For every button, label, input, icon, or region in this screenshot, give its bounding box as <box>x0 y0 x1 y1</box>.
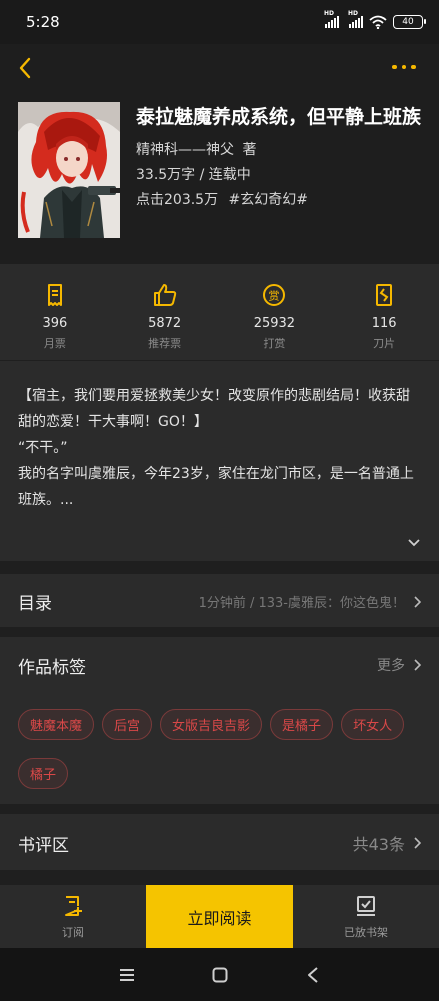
reviews-title: 书评区 <box>18 836 69 856</box>
stat-label: 月票 <box>43 337 66 350</box>
reviews-count: 共43条 <box>352 835 405 854</box>
status-icons: HD HD 40 <box>324 10 426 29</box>
stat-label: 刀片 <box>373 337 396 350</box>
blade-icon <box>376 284 393 306</box>
book-title: 泰拉魅魔养成系统，但平静上班族 <box>136 106 422 128</box>
subscribe-label: 订阅 <box>62 925 84 939</box>
tag-chip[interactable]: 魅魔本魔 <box>18 709 95 740</box>
latest-chapter-link[interactable]: 1分钟前 / 133-虞雅辰：你这色鬼！ <box>199 592 421 611</box>
tags-title: 作品标签 <box>18 658 86 678</box>
chevron-right-icon <box>414 595 421 608</box>
battery-icon: 40 <box>393 15 426 29</box>
clicks-genre-line: 点击203.5万 #玄幻奇幻# <box>136 189 308 209</box>
bookshelf-label: 已放书架 <box>344 925 388 939</box>
menu-icon <box>119 968 134 981</box>
bookshelf-check-icon <box>357 895 375 916</box>
expand-chevron-icon[interactable] <box>407 537 421 549</box>
stat-value: 25932 <box>253 316 296 331</box>
tag-chip[interactable]: 是橘子 <box>270 709 334 740</box>
stat-value: 5872 <box>148 316 182 331</box>
network-label-1: HD <box>324 10 335 17</box>
subscribe-button[interactable]: 订阅 <box>0 885 146 948</box>
wifi-icon <box>369 15 387 29</box>
signal-icon-1: HD <box>324 10 339 28</box>
reviews-row[interactable]: 书评区 共43条 <box>0 814 439 870</box>
stat-monthly-ticket[interactable]: 396 月票 <box>0 264 110 360</box>
svg-text:赏: 赏 <box>269 290 280 303</box>
home-nav-button[interactable] <box>209 964 231 986</box>
stats-bar: 396 月票 5872 推荐票 赏 25932 打赏 116 刀片 <box>0 264 439 360</box>
reviews-count-link[interactable]: 共43条 <box>353 831 421 855</box>
tag-list: 魅魔本魔 后宫 女版吉良吉影 是橘子 坏女人 橘子 <box>18 709 418 789</box>
back-arrow-icon <box>19 57 31 79</box>
author-line[interactable]: 精神科——神父 著 <box>136 139 256 159</box>
tags-more-button[interactable]: 更多 <box>377 655 421 675</box>
stat-blade[interactable]: 116 刀片 <box>329 264 439 360</box>
word-count-status: 33.5万字 / 连载中 <box>136 167 251 183</box>
author-suffix: 著 <box>242 142 257 158</box>
reward-coin-icon: 赏 <box>263 284 286 306</box>
stat-value: 396 <box>42 316 68 331</box>
network-label-2: HD <box>348 10 359 17</box>
book-header: 泰拉魅魔养成系统，但平静上班族 精神科——神父 著 33.5万字 / 连载中 点… <box>0 44 439 264</box>
system-nav-bar <box>0 948 439 1001</box>
tag-chip[interactable]: 橘子 <box>18 758 69 789</box>
catalog-row[interactable]: 目录 1分钟前 / 133-虞雅辰：你这色鬼！ <box>0 574 439 627</box>
home-square-icon <box>212 967 227 982</box>
signal-icon-2: HD <box>348 10 363 28</box>
subscribe-icon <box>65 895 82 916</box>
latest-chapter: 1分钟前 / 133-虞雅辰：你这色鬼！ <box>198 596 405 611</box>
tag-chip[interactable]: 后宫 <box>102 709 153 740</box>
more-label: 更多 <box>377 658 405 674</box>
status-bar: 5:28 HD HD 40 <box>0 0 439 44</box>
stat-recommend[interactable]: 5872 推荐票 <box>110 264 220 360</box>
author-name: 精神科——神父 <box>136 142 234 158</box>
back-nav-button[interactable] <box>302 964 324 986</box>
synopsis-line: 我的名字叫虞雅辰，今年23岁，家住在龙门市区，是一名普通上班族。... <box>18 466 414 508</box>
cover-illustration <box>18 102 120 238</box>
back-button[interactable] <box>14 54 38 82</box>
thumbs-up-icon <box>153 284 176 306</box>
synopsis-line: 【宿主，我们要用爱拯救美少女！改变原作的悲剧结局！收获甜甜的恋爱！干大事啊！GO… <box>18 388 410 430</box>
more-dot-icon <box>392 64 397 70</box>
back-triangle-icon <box>307 966 318 983</box>
read-now-button[interactable]: 立即阅读 <box>146 885 293 948</box>
genre-tag[interactable]: #玄幻奇幻# <box>229 192 308 208</box>
chevron-right-icon <box>414 837 421 849</box>
more-options-button[interactable] <box>392 58 422 76</box>
bottom-action-bar: 订阅 立即阅读 已放书架 <box>0 885 439 948</box>
catalog-title: 目录 <box>18 594 52 614</box>
synopsis-line: “不干。” <box>18 440 68 456</box>
ticket-icon <box>47 284 62 306</box>
synopsis[interactable]: 【宿主，我们要用爱拯救美少女！改变原作的悲剧结局！收获甜甜的恋爱！干大事啊！GO… <box>0 361 439 561</box>
book-cover[interactable] <box>18 102 120 238</box>
tags-section: 作品标签 更多 魅魔本魔 后宫 女版吉良吉影 是橘子 坏女人 橘子 <box>0 637 439 804</box>
menu-nav-button[interactable] <box>116 964 138 986</box>
chevron-right-icon <box>414 659 421 671</box>
tag-chip[interactable]: 坏女人 <box>341 709 405 740</box>
click-count: 点击203.5万 <box>136 192 219 208</box>
tag-chip[interactable]: 女版吉良吉影 <box>160 709 263 740</box>
stat-value: 116 <box>371 316 397 331</box>
stat-label: 打赏 <box>263 337 286 350</box>
bookshelf-button[interactable]: 已放书架 <box>293 885 439 948</box>
clock: 5:28 <box>26 13 60 31</box>
stat-label: 推荐票 <box>148 337 182 350</box>
stat-reward[interactable]: 赏 25932 打赏 <box>220 264 330 360</box>
